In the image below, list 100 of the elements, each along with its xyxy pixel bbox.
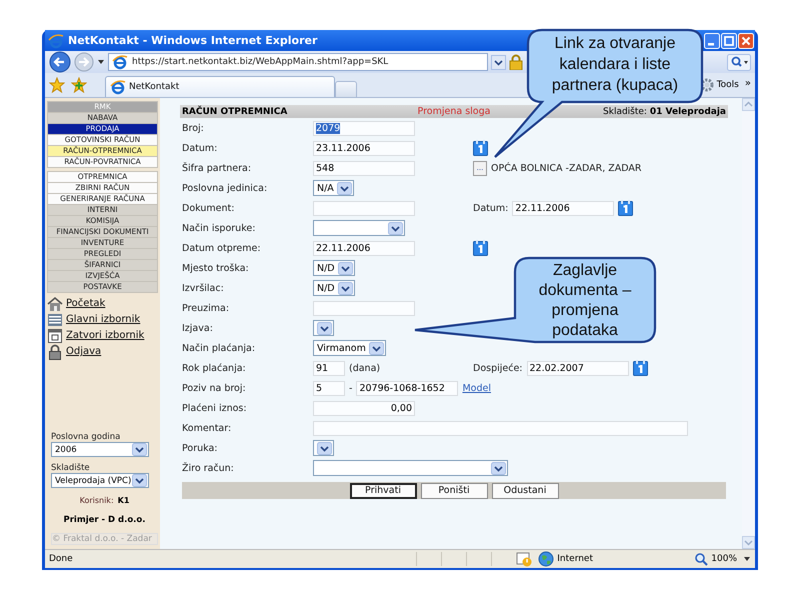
list-icon <box>47 312 63 328</box>
input-field[interactable]: 548 <box>313 160 415 176</box>
field-label: Dokument: <box>182 202 236 214</box>
browser-icon <box>112 54 128 70</box>
input-field[interactable]: 23.11.2006 <box>313 140 415 156</box>
browser-icon <box>48 32 64 48</box>
field-label: Poruka: <box>182 442 218 454</box>
dropdown[interactable]: Virmanom <box>313 340 386 356</box>
warning-icon <box>516 551 532 567</box>
input-field[interactable]: 22.02.2007 <box>526 360 628 376</box>
status-text: Done <box>49 554 73 564</box>
nav-link[interactable]: Zatvori izbornik <box>47 328 158 343</box>
field-label: Poslovna godina <box>51 432 122 442</box>
calendar-icon[interactable] <box>618 200 634 216</box>
calendar-icon[interactable] <box>473 240 488 256</box>
chevron-down-icon <box>336 182 352 194</box>
input-field[interactable]: 91 <box>313 360 345 376</box>
tools-button[interactable]: Tools <box>700 78 739 92</box>
star-icon[interactable] <box>49 77 65 93</box>
chevron-down-icon <box>317 322 332 334</box>
browse-button[interactable]: ... <box>473 160 487 176</box>
dropdown[interactable] <box>313 440 334 456</box>
nav-link[interactable]: Glavni izbornik <box>47 312 158 327</box>
calendar-icon[interactable] <box>632 360 648 376</box>
chevron-down-icon <box>368 342 384 354</box>
padlock-icon <box>47 344 63 360</box>
chevron-down-icon <box>338 282 353 294</box>
field-label: Poslovna jedinica: <box>182 182 268 194</box>
address-field[interactable]: https://start.netkontakt.biz/WebAppMain.shtml?app=SKL <box>108 53 488 71</box>
close-button[interactable] <box>738 32 754 48</box>
padlock-icon <box>509 54 523 70</box>
input-field[interactable]: 20796-1068-1652 <box>356 380 458 396</box>
field-text: (dana) <box>349 362 380 374</box>
input-field[interactable]: 0,00 <box>313 400 415 416</box>
minimize-button[interactable] <box>704 32 720 48</box>
dropdown[interactable]: N/D <box>313 280 355 296</box>
field-label: Preuzima: <box>182 302 230 314</box>
security-zone: Internet <box>538 551 688 567</box>
field-label: Način plaćanja: <box>182 342 256 354</box>
warehouse-dropdown[interactable]: Veleprodaja (VPC) <box>51 473 149 488</box>
field-label: Plaćeni iznos: <box>182 402 248 414</box>
form-button[interactable]: Odustani <box>492 482 558 498</box>
field-label: Komentar: <box>182 422 232 434</box>
form-button[interactable]: Poništi <box>420 482 488 498</box>
nav-link[interactable]: Početak <box>47 296 158 311</box>
caret-icon[interactable] <box>743 555 751 563</box>
field-text: Dospijeće: <box>473 362 522 374</box>
chevron-down-icon <box>338 262 353 274</box>
window-icon <box>47 328 63 344</box>
field-label: Mjesto troška: <box>182 262 250 274</box>
field-label: Broj: <box>182 122 205 134</box>
form-button[interactable]: Prihvati <box>350 482 416 498</box>
user-label: Korisnik: <box>80 496 114 505</box>
chevron-down-icon <box>491 462 506 474</box>
dropdown-button[interactable] <box>491 54 506 70</box>
copyright-text: © Fraktal d.o.o. - Zadar <box>51 533 158 545</box>
input-field[interactable] <box>313 420 688 436</box>
field-label: Šifra partnera: <box>182 162 252 174</box>
caret-icon[interactable] <box>97 58 105 66</box>
more-button[interactable]: » <box>744 78 751 89</box>
field-text: - <box>349 382 352 394</box>
zoom-level[interactable]: 100% <box>694 552 737 566</box>
field-label: Datum: <box>182 142 218 154</box>
field-label: Izjava: <box>182 322 214 334</box>
back-button[interactable] <box>49 51 71 73</box>
window-title: NetKontakt - Windows Internet Explorer <box>68 34 318 47</box>
chevron-down-icon <box>388 222 403 234</box>
callout-text: Zaglavlje dokumenta – promjena podataka <box>538 261 632 341</box>
model-link[interactable]: Model <box>462 382 491 394</box>
callout-text: Link za otvaranje kalendara i liste partnera (kupaca) <box>550 34 680 96</box>
add-star-icon[interactable] <box>71 77 87 93</box>
field-label: Datum otpreme: <box>182 242 262 254</box>
browser-icon <box>110 79 126 95</box>
input-field[interactable]: 2079 <box>313 120 415 136</box>
form-title: RAČUN OTPREMNICA <box>182 106 288 116</box>
input-field[interactable]: 22.11.2006 <box>313 240 415 256</box>
dropdown[interactable]: N/A <box>313 180 354 196</box>
maximize-button[interactable] <box>721 32 737 48</box>
field-label: Rok plaćanja: <box>182 362 247 374</box>
company-name: Primjer - D d.o.o. <box>62 515 146 525</box>
input-field[interactable] <box>313 300 415 316</box>
search-button[interactable] <box>727 54 751 70</box>
browser-tab[interactable]: NetKontakt <box>105 76 335 97</box>
warehouse-label: Skladište: 01 Veleprodaja <box>603 106 726 116</box>
input-field[interactable] <box>313 200 415 216</box>
calendar-icon[interactable] <box>473 140 488 156</box>
nav-link[interactable]: Odjava <box>47 344 158 359</box>
globe-icon <box>538 551 554 567</box>
input-field[interactable]: 22.11.2006 <box>512 200 614 216</box>
chevron-down-icon <box>317 442 332 454</box>
zoom-icon <box>694 552 708 566</box>
dropdown[interactable]: N/D <box>313 260 355 276</box>
field-label: Skladište <box>51 463 91 473</box>
input-field[interactable]: 5 <box>313 380 345 396</box>
chevron-down-icon <box>132 443 147 456</box>
dropdown[interactable] <box>313 320 334 336</box>
user-name: K1 <box>118 496 130 505</box>
field-label: Poziv na broj: <box>182 382 247 394</box>
field-text: Datum: <box>473 202 508 214</box>
year-dropdown[interactable]: 2006 <box>51 442 149 457</box>
